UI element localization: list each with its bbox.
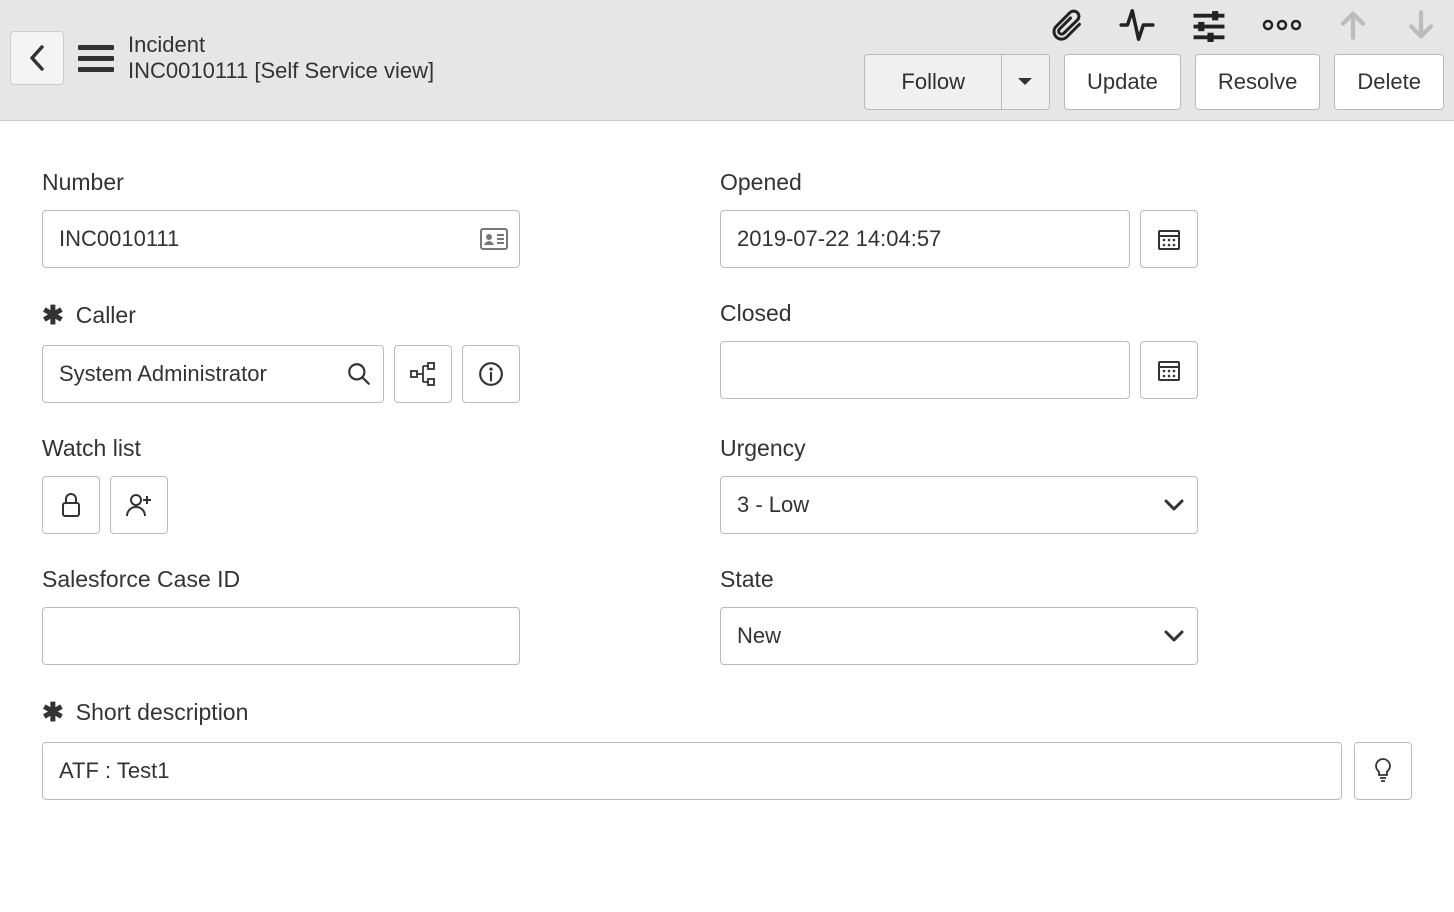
- caller-search-button[interactable]: [346, 361, 372, 387]
- lightbulb-icon: [1372, 757, 1394, 785]
- caller-tree-button[interactable]: [394, 345, 452, 403]
- arrow-up-icon[interactable]: [1336, 8, 1370, 42]
- back-button[interactable]: [10, 31, 64, 85]
- urgency-label: Urgency: [720, 435, 1198, 462]
- attachment-icon[interactable]: [1048, 7, 1084, 43]
- calendar-icon: [1157, 358, 1181, 382]
- caller-info-button[interactable]: [462, 345, 520, 403]
- lock-icon: [60, 492, 82, 518]
- required-asterisk-icon: ✱: [42, 300, 64, 331]
- salesforce-label: Salesforce Case ID: [42, 566, 520, 593]
- opened-label: Opened: [720, 169, 1198, 196]
- state-select[interactable]: [720, 607, 1198, 665]
- more-icon[interactable]: [1262, 19, 1302, 31]
- caller-input[interactable]: [42, 345, 384, 403]
- closed-input[interactable]: [720, 341, 1130, 399]
- number-label: Number: [42, 169, 520, 196]
- id-card-icon[interactable]: [480, 228, 508, 250]
- watch-list-add-user-button[interactable]: [110, 476, 168, 534]
- caller-label: ✱ Caller: [42, 300, 520, 331]
- follow-button[interactable]: Follow: [864, 54, 1002, 110]
- activity-icon[interactable]: [1118, 6, 1156, 44]
- resolve-button[interactable]: Resolve: [1195, 54, 1320, 110]
- short-description-input[interactable]: [42, 742, 1342, 800]
- short-description-label: ✱ Short description: [42, 697, 1412, 728]
- urgency-select[interactable]: [720, 476, 1198, 534]
- info-icon: [478, 361, 504, 387]
- arrow-down-icon[interactable]: [1404, 8, 1438, 42]
- closed-date-picker-button[interactable]: [1140, 341, 1198, 399]
- watch-list-label: Watch list: [42, 435, 520, 462]
- salesforce-input[interactable]: [42, 607, 520, 665]
- form-header: Incident INC0010111 [Self Service view]: [0, 0, 1454, 121]
- follow-dropdown-button[interactable]: [1002, 54, 1050, 110]
- opened-date-picker-button[interactable]: [1140, 210, 1198, 268]
- calendar-icon: [1157, 227, 1181, 251]
- tree-icon: [410, 362, 436, 386]
- delete-button[interactable]: Delete: [1334, 54, 1444, 110]
- caret-down-icon: [1017, 77, 1033, 87]
- opened-input[interactable]: [720, 210, 1130, 268]
- form-body: Number Opened ✱ Caller: [0, 121, 1454, 852]
- watch-list-lock-button[interactable]: [42, 476, 100, 534]
- record-type: Incident: [128, 32, 434, 58]
- follow-button-group: Follow: [864, 54, 1050, 110]
- suggestion-button[interactable]: [1354, 742, 1412, 800]
- number-input[interactable]: [42, 210, 520, 268]
- settings-icon[interactable]: [1190, 8, 1228, 42]
- add-user-icon: [125, 492, 153, 518]
- chevron-left-icon: [28, 44, 46, 72]
- required-asterisk-icon: ✱: [42, 697, 64, 728]
- title-block: Incident INC0010111 [Self Service view]: [128, 32, 434, 84]
- search-icon: [346, 361, 372, 387]
- record-title: INC0010111 [Self Service view]: [128, 58, 434, 84]
- update-button[interactable]: Update: [1064, 54, 1181, 110]
- closed-label: Closed: [720, 300, 1198, 327]
- state-label: State: [720, 566, 1198, 593]
- menu-button[interactable]: [78, 45, 114, 72]
